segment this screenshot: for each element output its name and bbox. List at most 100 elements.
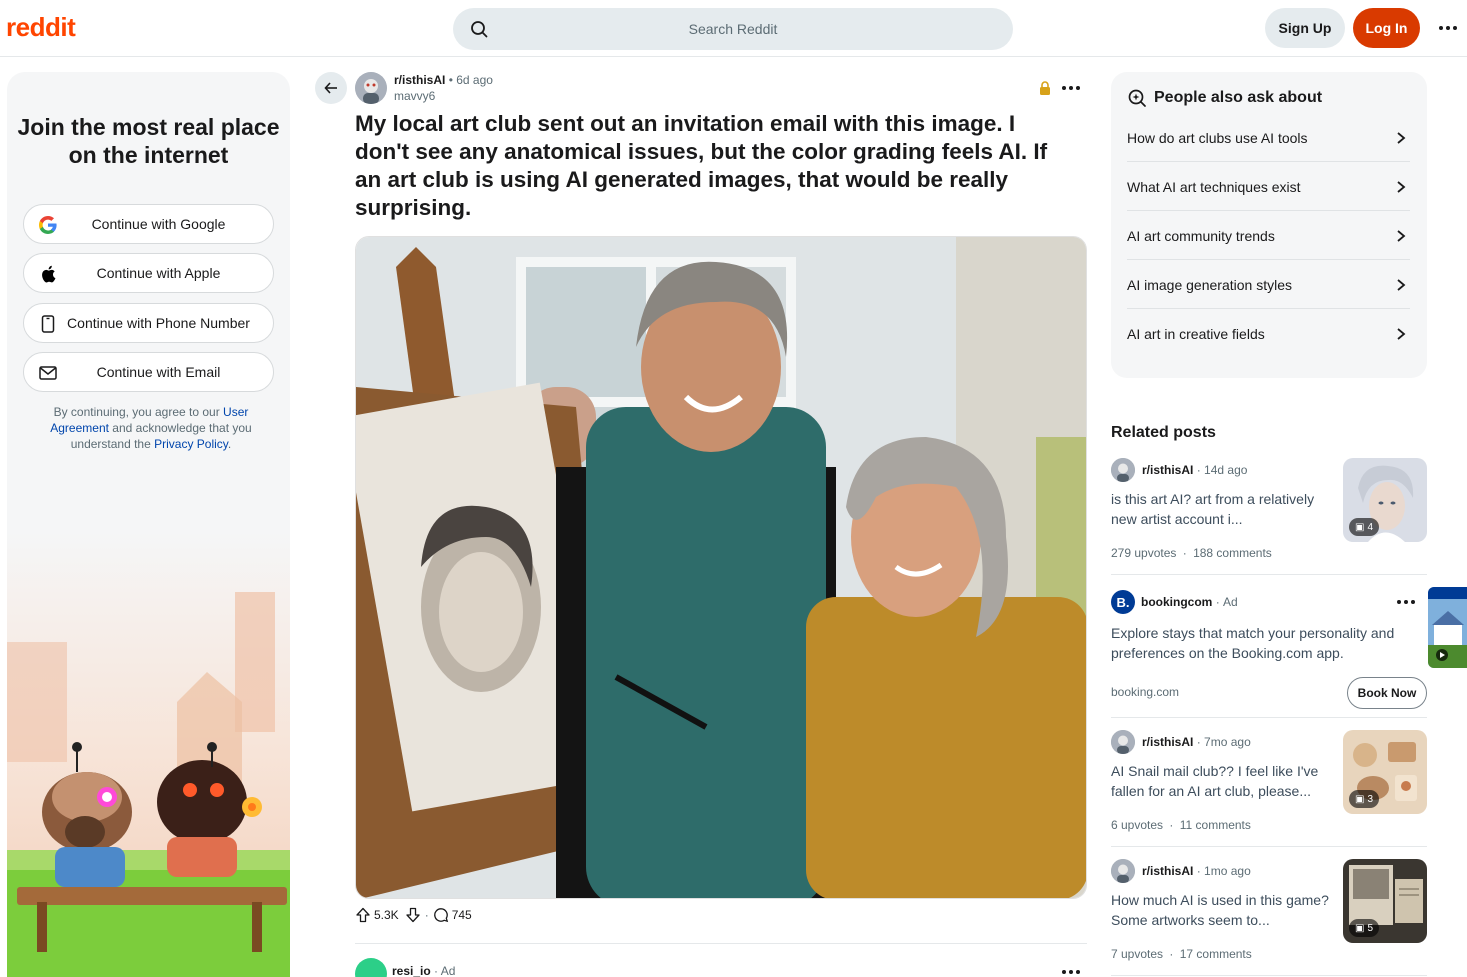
ad-avatar[interactable] [355,958,387,977]
ad-label: Ad [440,964,456,977]
post-author[interactable]: mavvy6 [394,88,493,104]
reddit-logo[interactable]: reddit [6,12,76,43]
related-upvotes: 279 upvotes [1111,546,1177,560]
related-subreddit[interactable]: r/isthisAI [1142,864,1193,878]
terms-prefix: By continuing, you agree to our [53,405,224,419]
comment-icon[interactable] [433,907,449,923]
arrow-left-icon [324,82,337,94]
related-stats-dot: · [1182,546,1187,560]
more-options-icon[interactable] [1436,16,1460,40]
related-title[interactable]: How much AI is used in this game? Some a… [1111,890,1333,930]
ask-item-label: What AI art techniques exist [1127,178,1301,195]
search-bar[interactable]: Search Reddit [453,8,1013,50]
related-post[interactable]: r/isthisAI · 1mo ago How much AI is used… [1111,859,1427,969]
related-comments: 11 comments [1179,818,1251,832]
ask-item[interactable]: AI art community trends [1127,212,1410,260]
related-upvotes: 7 upvotes [1111,947,1164,961]
sparkle-search-icon [1128,89,1146,107]
gallery-icon: ▣ [1355,793,1365,805]
related-title[interactable]: AI Snail mail club?? I feel like I've fa… [1111,761,1333,801]
booking-text[interactable]: Explore stays that match your personalit… [1111,623,1411,663]
related-thumbnail[interactable]: ▣ 3 [1343,730,1427,814]
booking-domain[interactable]: booking.com [1111,685,1179,699]
related-subreddit-line: r/isthisAI · 7mo ago [1142,735,1251,749]
related-post[interactable]: r/isthisAI · 14d ago is this art AI? art… [1111,458,1427,568]
ask-item-label: AI art community trends [1127,227,1275,244]
gallery-count: 4 [1367,521,1374,533]
privacy-policy-link[interactable]: Privacy Policy [154,437,228,451]
actions-separator: · [424,908,429,922]
related-subreddit[interactable]: r/isthisAI [1142,735,1193,749]
related-stats: 279 upvotes · 188 comments [1111,546,1272,560]
ad-name[interactable]: resi_io [392,964,431,977]
back-button[interactable] [315,72,347,104]
post-more-icon[interactable] [1060,78,1082,98]
search-icon [471,21,488,38]
subreddit-avatar[interactable] [355,72,387,104]
ask-item[interactable]: What AI art techniques exist [1127,163,1410,211]
book-now-button[interactable]: Book Now [1347,677,1427,709]
continue-phone-button[interactable]: Continue with Phone Number [23,303,274,343]
related-stats-dot: · [1169,947,1174,961]
gallery-badge: ▣ 4 [1349,518,1380,536]
ask-item[interactable]: AI art in creative fields [1127,310,1410,358]
google-icon [38,215,58,235]
ad-more-icon[interactable] [1060,962,1082,977]
continue-email-label: Continue with Email [96,364,221,380]
gallery-count: 3 [1367,793,1374,805]
continue-google-button[interactable]: Continue with Google [23,204,274,244]
gallery-icon: ▣ [1355,521,1365,533]
ask-item-label: AI art in creative fields [1127,326,1265,342]
related-thumbnail[interactable]: ▣ 4 [1343,458,1427,542]
upvote-icon[interactable] [355,907,371,923]
related-stats: 6 upvotes · 11 comments [1111,818,1251,832]
phone-icon [38,314,58,334]
booking-name[interactable]: bookingcom [1141,595,1212,609]
related-post[interactable]: r/isthisAI · 7mo ago AI Snail mail club?… [1111,730,1427,840]
post-separator: • [448,73,453,87]
search-placeholder: Search Reddit [688,21,778,37]
ask-item-label: How do art clubs use AI tools [1127,129,1308,146]
auth-panel: Join the most real place on the internet… [7,72,290,977]
log-in-button[interactable]: Log In [1353,8,1420,48]
continue-google-label: Continue with Google [91,216,226,232]
chevron-right-icon [1397,230,1406,242]
people-also-ask-title: People also ask about [1154,89,1323,106]
email-icon [38,363,58,383]
ask-item[interactable]: AI image generation styles [1127,261,1410,309]
related-divider [1111,846,1427,847]
top-header: reddit Search Reddit Sign Up Log In [0,0,1467,57]
related-thumbnail[interactable]: ▣ 5 [1343,859,1427,943]
continue-apple-button[interactable]: Continue with Apple [23,253,274,293]
gallery-count: 5 [1367,922,1374,934]
downvote-icon[interactable] [405,907,421,923]
people-also-ask-panel: People also ask about How do art clubs u… [1111,72,1427,378]
post-subreddit[interactable]: r/isthisAI [394,73,445,87]
continue-apple-label: Continue with Apple [96,265,221,281]
related-title[interactable]: is this art AI? art from a relatively ne… [1111,489,1333,529]
related-dot: · [1196,864,1201,878]
continue-email-button[interactable]: Continue with Email [23,352,274,392]
post-image[interactable] [355,236,1087,899]
subreddit-avatar [1111,730,1135,754]
booking-thumbnail[interactable] [1428,587,1467,668]
related-time: 7mo ago [1204,735,1251,749]
subreddit-avatar [1111,859,1135,883]
booking-dot: · [1215,595,1220,609]
related-time: 1mo ago [1204,864,1251,878]
post-actions: 5.3K · 745 [355,906,472,924]
related-stats-dot: · [1169,818,1174,832]
related-dot: · [1196,463,1201,477]
gallery-icon: ▣ [1355,922,1365,934]
post-meta: r/isthisAI • 6d ago mavvy6 [394,72,493,104]
sign-up-button[interactable]: Sign Up [1265,8,1345,48]
terms-suffix: . [227,437,232,451]
related-divider [1111,717,1427,718]
post-time: 6d ago [456,73,493,87]
booking-more-icon[interactable] [1395,596,1417,608]
ask-item[interactable]: How do art clubs use AI tools [1127,114,1410,162]
related-subreddit[interactable]: r/isthisAI [1142,463,1193,477]
snoo-illustration [7,532,290,977]
post-title: My local art club sent out an invitation… [355,111,1048,220]
booking-logo[interactable]: B. [1111,590,1135,614]
